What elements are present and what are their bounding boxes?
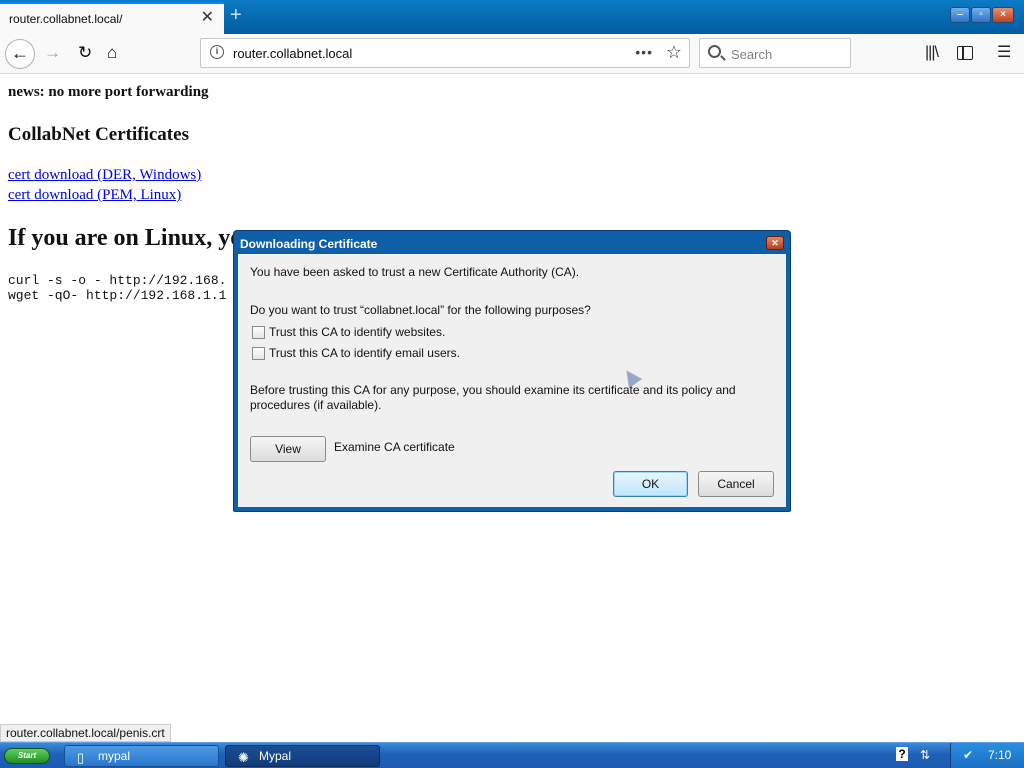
status-panel: router.collabnet.local/penis.crt xyxy=(0,724,171,742)
cert-download-pem-link[interactable]: cert download (PEM, Linux) xyxy=(8,187,181,204)
tab-title: router.collabnet.local/ xyxy=(9,12,123,26)
search-bar[interactable]: Search xyxy=(699,38,851,68)
trust-websites-label: Trust this CA to identify websites. xyxy=(269,325,446,339)
help-icon[interactable]: ? xyxy=(896,747,908,761)
home-icon[interactable]: ⌂ xyxy=(107,43,117,63)
cancel-button[interactable]: Cancel xyxy=(698,471,774,497)
dialog-close-icon[interactable]: ✕ xyxy=(766,236,784,250)
hamburger-menu-icon[interactable]: ☰ xyxy=(997,44,1011,62)
trust-email-label: Trust this CA to identify email users. xyxy=(269,346,460,360)
browser-app-icon: ✺ xyxy=(238,750,249,765)
dialog-advice-line1: Before trusting this CA for any purpose,… xyxy=(250,383,736,397)
cert-download-der-link[interactable]: cert download (DER, Windows) xyxy=(8,167,201,184)
search-input[interactable]: Search xyxy=(731,47,772,62)
network-icon[interactable]: ⇅ xyxy=(920,748,930,762)
curl-command: curl -s -o - http://192.168. xyxy=(8,273,227,288)
dialog-question: Do you want to trust “collabnet.local” f… xyxy=(250,303,591,317)
clock: 7:10 xyxy=(988,748,1012,762)
reload-icon[interactable]: ↻ xyxy=(78,43,92,63)
taskbar-item-label: Mypal xyxy=(259,749,292,763)
sidebar-icon[interactable] xyxy=(957,46,973,60)
page-actions-icon[interactable]: ••• xyxy=(635,44,653,60)
navigation-toolbar: ← → ↻ ⌂ i router.collabnet.local ••• ☆ S… xyxy=(0,34,1024,74)
taskbar: Start ▯ mypal ✺ Mypal ? ⇅ ✔ 7:10 xyxy=(0,742,1024,768)
dialog-intro: You have been asked to trust a new Certi… xyxy=(250,265,580,279)
view-description: Examine CA certificate xyxy=(334,440,455,454)
browser-tab[interactable]: router.collabnet.local/ ✕ xyxy=(0,2,224,34)
library-icon[interactable]: |||\ xyxy=(925,44,939,62)
bookmark-star-icon[interactable]: ☆ xyxy=(666,42,682,63)
search-icon xyxy=(708,45,721,58)
dialog-title: Downloading Certificate xyxy=(240,237,378,251)
url-bar[interactable]: i router.collabnet.local ••• ☆ xyxy=(200,38,690,68)
taskbar-item-mypal-browser[interactable]: ✺ Mypal xyxy=(225,745,380,767)
trust-websites-row[interactable]: Trust this CA to identify websites. xyxy=(252,325,445,339)
taskbar-item-label: mypal xyxy=(98,749,131,763)
linux-heading: If you are on Linux, yo xyxy=(8,225,243,251)
trust-email-row[interactable]: Trust this CA to identify email users. xyxy=(252,346,460,360)
downloading-certificate-dialog: Downloading Certificate ✕ You have been … xyxy=(233,230,791,512)
ok-button[interactable]: OK xyxy=(613,471,688,497)
restore-icon[interactable]: ▫ xyxy=(971,7,991,23)
view-button[interactable]: View xyxy=(250,436,326,462)
page-heading: CollabNet Certificates xyxy=(8,124,189,145)
start-button[interactable]: Start xyxy=(4,748,50,764)
minimize-icon[interactable]: – xyxy=(950,7,970,23)
tab-strip: router.collabnet.local/ ✕ + – ▫ × xyxy=(0,0,1024,34)
folder-icon: ▯ xyxy=(77,750,85,765)
security-shield-icon[interactable]: ✔ xyxy=(963,748,973,762)
system-tray: ✔ xyxy=(950,743,1024,768)
close-window-icon[interactable]: × xyxy=(992,7,1014,23)
window-controls: – ▫ × xyxy=(950,7,1014,23)
dialog-advice-line2: procedures (if available). xyxy=(250,398,382,412)
dialog-body: You have been asked to trust a new Certi… xyxy=(238,254,786,507)
taskbar-item-mypal[interactable]: ▯ mypal xyxy=(64,745,219,767)
back-arrow-icon[interactable]: ← xyxy=(5,39,35,69)
news-line: news: no more port forwarding xyxy=(8,84,209,100)
wget-command: wget -qO- http://192.168.1.1 xyxy=(8,288,227,303)
trust-websites-checkbox[interactable] xyxy=(252,325,265,339)
tab-close-icon[interactable]: ✕ xyxy=(201,10,214,26)
new-tab-icon[interactable]: + xyxy=(230,5,242,25)
trust-email-checkbox[interactable] xyxy=(252,346,265,360)
url-text[interactable]: router.collabnet.local xyxy=(233,46,352,61)
site-info-icon[interactable]: i xyxy=(210,45,224,59)
forward-arrow-icon[interactable]: → xyxy=(44,43,61,63)
